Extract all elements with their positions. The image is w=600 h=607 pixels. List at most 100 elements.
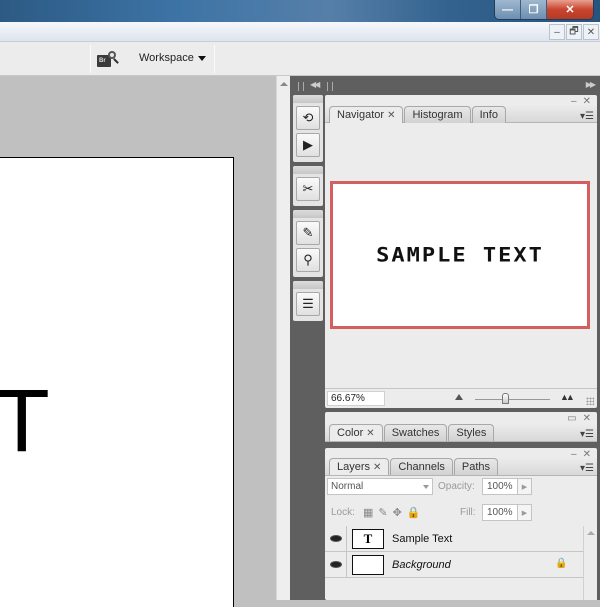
group-handle[interactable] <box>293 281 323 289</box>
minimize-icon: – <box>554 26 560 38</box>
tab-channels[interactable]: Channels <box>390 458 453 475</box>
layer-row[interactable]: Background 🔒 <box>325 552 583 578</box>
close-tab-icon[interactable]: ✕ <box>387 110 395 121</box>
collapse-left-icon[interactable]: ◀◀ <box>310 80 320 89</box>
tab-label: Color <box>337 427 364 439</box>
lock-all-icon[interactable]: 🔒 <box>407 506 421 519</box>
launch-bridge-button[interactable]: Br <box>97 51 121 69</box>
layer-name[interactable]: Background <box>392 559 451 571</box>
group-handle[interactable] <box>293 210 323 218</box>
scroll-up-arrow-icon[interactable] <box>587 531 595 535</box>
tab-layers[interactable]: Layers ✕ <box>329 458 390 475</box>
navigator-panel: – ✕ Navigator ✕ Histogram Info ▾☰ SAMPLE … <box>325 95 597 408</box>
color-tabs: Color ✕ Swatches Styles <box>329 424 495 441</box>
tab-histogram[interactable]: Histogram <box>404 106 471 123</box>
document-window-controls: – 🗗 ✕ <box>549 24 599 40</box>
tab-label: Info <box>479 109 498 121</box>
blend-mode-select[interactable]: Normal <box>327 478 433 495</box>
eye-icon <box>329 535 342 542</box>
layer-comps-icon[interactable]: ☰ <box>296 292 320 316</box>
zoom-level-input[interactable]: 66.67% <box>327 391 385 406</box>
lock-options: ▦ ✎ ✥ 🔒 <box>363 506 421 519</box>
close-document-button[interactable]: ✕ <box>583 24 599 40</box>
opacity-slider-button[interactable]: ▶ <box>518 478 532 495</box>
tab-label: Channels <box>398 461 445 473</box>
window-controls: — ❐ ✕ <box>494 0 594 20</box>
layer-row[interactable]: T Sample Text <box>325 526 583 552</box>
tab-label: Histogram <box>412 109 463 121</box>
chevron-down-icon <box>423 485 429 489</box>
options-separator <box>214 45 215 73</box>
tab-paths[interactable]: Paths <box>453 458 499 475</box>
zoom-in-icon[interactable]: ▲▲ <box>560 392 575 402</box>
workspace-menu-button[interactable]: Workspace <box>139 52 206 64</box>
tab-label: Layers <box>337 461 371 473</box>
close-tab-icon[interactable]: ✕ <box>366 428 374 439</box>
collapsed-panel-strip: ⟲ ▶ ✂ ✎ ⚲ ☰ <box>293 95 323 321</box>
dock-grip-handle[interactable] <box>298 82 304 91</box>
navigator-footer: 66.67% ▲▲ <box>325 388 597 408</box>
group-handle[interactable] <box>293 95 323 103</box>
panel-menu-icon[interactable]: ▾☰ <box>580 463 594 474</box>
expand-right-icon[interactable]: ▶▶ <box>586 80 596 89</box>
fill-label: Fill: <box>460 507 476 518</box>
layer-visibility-toggle[interactable] <box>325 552 347 577</box>
layer-thumbnail: T <box>352 529 384 549</box>
close-window-button[interactable]: ✕ <box>547 0 593 19</box>
chevron-down-icon <box>197 55 206 61</box>
layer-thumbnail <box>352 555 384 575</box>
scroll-up-arrow-icon[interactable] <box>280 82 288 86</box>
tab-label: Navigator <box>337 109 385 121</box>
minimize-document-button[interactable]: – <box>549 24 565 40</box>
lock-position-icon[interactable]: ✥ <box>393 506 402 519</box>
group-handle[interactable] <box>293 166 323 174</box>
tab-color[interactable]: Color ✕ <box>329 424 383 441</box>
lock-image-pixels-icon[interactable]: ✎ <box>378 506 387 519</box>
close-tab-icon[interactable]: ✕ <box>373 462 381 473</box>
icon-group: ✎ ⚲ <box>293 210 323 277</box>
restore-document-button[interactable]: 🗗 <box>566 24 582 40</box>
minimize-window-button[interactable]: — <box>495 0 521 19</box>
preview-text: SAMPLE TEXT <box>376 243 544 267</box>
tab-label: Swatches <box>391 427 440 439</box>
workspace-label: Workspace <box>139 52 194 64</box>
restore-icon: 🗗 <box>569 25 579 37</box>
layer-list: T Sample Text Background 🔒 <box>325 526 583 578</box>
actions-icon[interactable]: ▶ <box>296 133 320 157</box>
navigator-preview[interactable]: SAMPLE TEXT <box>330 181 590 329</box>
resize-grip[interactable] <box>586 397 594 405</box>
zoom-out-icon[interactable] <box>455 394 463 400</box>
opacity-input[interactable]: 100% <box>482 478 518 495</box>
tab-navigator[interactable]: Navigator ✕ <box>329 106 404 123</box>
zoom-slider[interactable] <box>475 393 550 404</box>
color-panel: ▭ ✕ Color ✕ Swatches Styles ▾☰ <box>325 412 597 442</box>
maximize-panel-icon[interactable]: ▭ <box>567 413 576 424</box>
tool-presets-icon[interactable]: ✂ <box>296 177 320 201</box>
lock-icon: 🔒 <box>555 558 568 569</box>
layer-name[interactable]: Sample Text <box>392 533 452 545</box>
tab-styles[interactable]: Styles <box>448 424 495 441</box>
restore-icon: ❐ <box>528 4 539 16</box>
restore-window-button[interactable]: ❐ <box>521 0 547 19</box>
layers-scrollbar[interactable] <box>583 526 597 600</box>
zoom-slider-thumb[interactable] <box>502 393 510 404</box>
fill-input[interactable]: 100% <box>482 504 518 521</box>
fill-slider-button[interactable]: ▶ <box>518 504 532 521</box>
tab-swatches[interactable]: Swatches <box>383 424 448 441</box>
history-icon[interactable]: ⟲ <box>296 106 320 130</box>
dock-header: ◀◀ ▶▶ <box>290 79 600 93</box>
panel-menu-icon[interactable]: ▾☰ <box>580 429 594 440</box>
dock-grip-handle[interactable] <box>327 82 333 91</box>
document-canvas-area[interactable]: XT <box>0 76 276 607</box>
clone-source-icon[interactable]: ⚲ <box>296 248 320 272</box>
panel-menu-icon[interactable]: ▾☰ <box>580 111 594 122</box>
close-panel-icon[interactable]: ✕ <box>583 413 591 424</box>
panel-dock: ◀◀ ▶▶ ⟲ ▶ ✂ ✎ ⚲ ☰ – ✕ Navigator ✕ Histog… <box>290 76 600 600</box>
tab-info[interactable]: Info <box>471 106 506 123</box>
navigator-tabs: Navigator ✕ Histogram Info <box>329 106 507 123</box>
canvas-vertical-scrollbar[interactable] <box>276 76 290 600</box>
brushes-icon[interactable]: ✎ <box>296 221 320 245</box>
layer-visibility-toggle[interactable] <box>325 526 347 551</box>
lock-transparent-pixels-icon[interactable]: ▦ <box>363 506 373 519</box>
document-canvas[interactable]: XT <box>0 157 234 607</box>
